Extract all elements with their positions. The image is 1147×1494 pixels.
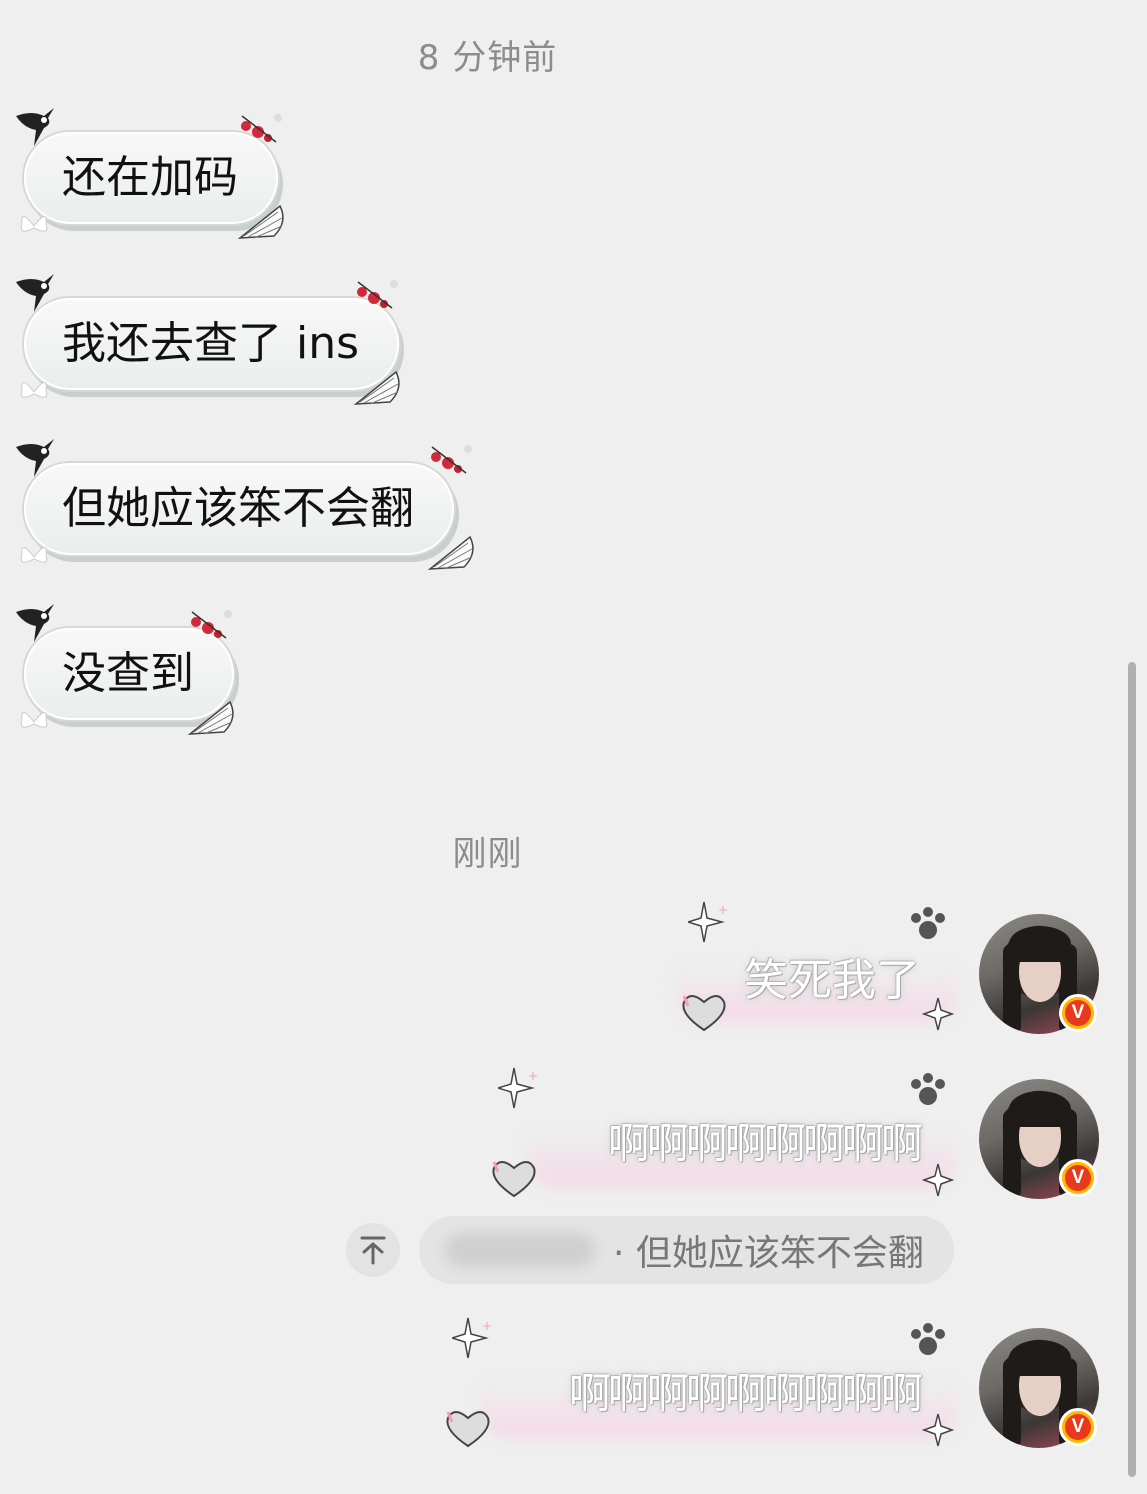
butterfly-icon <box>20 712 48 728</box>
message-bubble: 但她应该笨不会翻 <box>24 463 454 555</box>
heart-icon <box>446 1411 490 1448</box>
message-text: 笑死我了 <box>744 955 920 1006</box>
blossom-icon <box>357 280 398 309</box>
svg-text:+: + <box>718 903 728 917</box>
heart-icon <box>492 1161 536 1198</box>
star-icon <box>922 1163 954 1197</box>
blossom-icon <box>431 445 472 474</box>
timestamp-earlier: 8 分钟前 <box>417 38 558 78</box>
verified-badge-icon: V <box>1059 1408 1097 1446</box>
incoming-message[interactable]: 还在加码 <box>14 106 284 246</box>
fan-icon <box>237 204 284 239</box>
message-text: 啊啊啊啊啊啊啊啊啊 <box>568 1369 923 1418</box>
message-text: 没查到 <box>62 648 194 699</box>
paw-icon <box>911 1073 945 1105</box>
outgoing-message[interactable]: + 啊啊啊啊啊啊啊啊啊 <box>440 1316 958 1456</box>
heart-icon <box>682 995 726 1032</box>
paw-icon <box>911 1323 945 1355</box>
message-bubble: 我还去查了 ins <box>24 298 400 390</box>
star-icon <box>922 997 954 1031</box>
fan-icon <box>353 370 400 405</box>
star-icon <box>922 1413 954 1447</box>
incoming-message[interactable]: 没查到 <box>14 602 236 742</box>
message-text: 啊啊啊啊啊啊啊啊 <box>607 1119 923 1168</box>
message-text: 还在加码 <box>62 152 238 203</box>
fan-icon <box>187 700 234 735</box>
verified-badge-icon: V <box>1059 1159 1097 1197</box>
blossom-icon <box>241 114 282 143</box>
outgoing-message[interactable]: + 啊啊啊啊啊啊啊啊 <box>486 1066 958 1206</box>
outgoing-message[interactable]: + 笑死我了 <box>676 900 958 1040</box>
verified-badge-icon: V <box>1059 994 1097 1032</box>
butterfly-icon <box>20 382 48 398</box>
timestamp-now: 刚刚 <box>452 834 523 874</box>
incoming-message[interactable]: 我还去查了 ins <box>14 272 402 412</box>
quoted-message[interactable]: · 但她应该笨不会翻 <box>419 1216 954 1284</box>
paw-icon <box>911 907 945 939</box>
fan-icon <box>427 535 474 570</box>
quoted-text: · 但她应该笨不会翻 <box>613 1233 924 1274</box>
svg-text:+: + <box>528 1069 538 1083</box>
message-text: 我还去查了 ins <box>62 318 360 369</box>
butterfly-icon <box>20 547 48 563</box>
sparkle-icon: + <box>452 1317 492 1359</box>
sparkle-icon: + <box>688 901 728 943</box>
pin-to-top-icon[interactable] <box>346 1223 400 1277</box>
scrollbar[interactable] <box>1128 662 1136 1477</box>
sparkle-icon: + <box>498 1067 538 1109</box>
incoming-message[interactable]: 但她应该笨不会翻 <box>14 437 476 577</box>
message-text: 但她应该笨不会翻 <box>62 483 414 534</box>
blossom-icon <box>191 610 232 639</box>
blurred-username <box>445 1233 595 1267</box>
butterfly-icon <box>20 216 48 232</box>
svg-text:+: + <box>482 1319 492 1333</box>
